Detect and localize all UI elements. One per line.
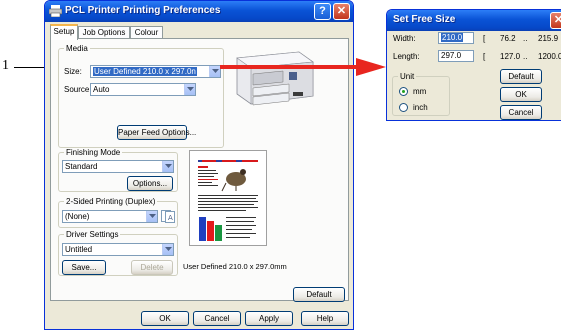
width-input[interactable]: 210.0 bbox=[438, 32, 474, 44]
media-legend: Media bbox=[64, 44, 90, 53]
source-label: Source: bbox=[64, 85, 92, 94]
chevron-down-icon bbox=[162, 161, 173, 172]
close-button[interactable]: ✕ bbox=[333, 3, 350, 20]
unit-inch-radio[interactable] bbox=[399, 103, 408, 112]
help-button[interactable]: Help bbox=[301, 311, 349, 326]
set-free-size-dialog: Set Free Size ✕ Width: 210.0 [ 76.2 .. 2… bbox=[386, 9, 561, 121]
title-bar: PCL Printer Printing Preferences ? ✕ bbox=[45, 1, 353, 22]
width-label: Width: bbox=[393, 34, 416, 43]
duplex-legend: 2-Sided Printing (Duplex) bbox=[64, 197, 158, 206]
paper-feed-options-button[interactable]: Paper Feed Options... bbox=[117, 125, 196, 140]
unit-inch-label: inch bbox=[413, 103, 428, 112]
driver-settings-legend: Driver Settings bbox=[64, 230, 121, 239]
duplex-dropdown[interactable]: (None) bbox=[62, 210, 158, 223]
width-value: 210.0 bbox=[441, 33, 464, 42]
preview-page-image bbox=[196, 157, 260, 243]
apply-button[interactable]: Apply bbox=[245, 311, 293, 326]
finishing-mode-group: Finishing Mode Standard Options... bbox=[58, 148, 178, 192]
printer-image bbox=[236, 51, 314, 106]
driver-settings-group: Driver Settings Untitled Save... Delete bbox=[58, 230, 178, 276]
unit-mm-label: mm bbox=[413, 87, 427, 96]
length-value: 297.0 bbox=[441, 51, 462, 60]
window-title: PCL Printer Printing Preferences bbox=[65, 5, 221, 16]
length-input[interactable]: 297.0 bbox=[438, 50, 474, 62]
media-group: Media Size: User Defined 210.0 x 297.0n … bbox=[58, 44, 224, 148]
driver-settings-value: Untitled bbox=[65, 245, 93, 254]
finishing-mode-value: Standard bbox=[65, 162, 98, 171]
size-label: Size: bbox=[64, 67, 82, 76]
unit-mm-radio[interactable] bbox=[399, 87, 408, 96]
free-size-close-button[interactable]: ✕ bbox=[550, 12, 561, 29]
source-dropdown[interactable]: Auto bbox=[90, 83, 196, 96]
size-dropdown[interactable]: User Defined 210.0 x 297.0n bbox=[90, 65, 221, 78]
length-min: 127.0 bbox=[500, 52, 521, 61]
free-size-title: Set Free Size bbox=[393, 14, 456, 25]
source-value: Auto bbox=[93, 85, 110, 94]
unit-group: Unit mm inch bbox=[392, 72, 450, 116]
delete-button[interactable]: Delete bbox=[131, 260, 173, 275]
svg-text:A: A bbox=[168, 214, 173, 222]
length-bracket: [ bbox=[483, 52, 486, 61]
chevron-down-icon bbox=[146, 211, 157, 222]
free-size-cancel-button[interactable]: Cancel bbox=[500, 105, 542, 120]
finishing-options-button[interactable]: Options... bbox=[127, 176, 173, 191]
free-size-ok-button[interactable]: OK bbox=[500, 87, 542, 102]
tab-setup[interactable]: Setup bbox=[50, 24, 78, 40]
free-size-default-button[interactable]: Default bbox=[500, 69, 542, 84]
finishing-mode-legend: Finishing Mode bbox=[64, 148, 123, 157]
duplex-value: (None) bbox=[65, 212, 90, 221]
ok-button[interactable]: OK bbox=[141, 311, 189, 326]
free-size-title-bar: Set Free Size ✕ bbox=[387, 10, 561, 31]
help-title-button[interactable]: ? bbox=[314, 3, 331, 20]
duplex-preview-icon: A bbox=[161, 210, 175, 223]
save-button[interactable]: Save... bbox=[62, 260, 106, 275]
printer-icon bbox=[49, 5, 62, 17]
callout-number: 1 bbox=[2, 58, 9, 73]
length-max: 1200.0 bbox=[538, 52, 561, 61]
length-label: Length: bbox=[393, 52, 420, 61]
size-value: User Defined 210.0 x 297.0n bbox=[93, 67, 197, 76]
printing-preferences-window: PCL Printer Printing Preferences ? ✕ Set… bbox=[44, 0, 354, 330]
unit-legend: Unit bbox=[398, 72, 417, 81]
page-preview bbox=[189, 150, 267, 246]
width-max: 215.9 bbox=[538, 34, 559, 43]
width-range-sep: .. bbox=[523, 34, 528, 43]
duplex-group: 2-Sided Printing (Duplex) (None) A bbox=[58, 197, 178, 228]
width-bracket: [ bbox=[483, 34, 486, 43]
chevron-down-icon bbox=[209, 66, 220, 77]
default-button[interactable]: Default bbox=[293, 287, 345, 302]
width-min: 76.2 bbox=[500, 34, 516, 43]
chevron-down-icon bbox=[184, 84, 195, 95]
cancel-button[interactable]: Cancel bbox=[193, 311, 241, 326]
length-range-sep: .. bbox=[523, 52, 528, 61]
chevron-down-icon bbox=[162, 244, 173, 255]
preview-caption: User Defined 210.0 x 297.0mm bbox=[183, 262, 287, 271]
finishing-mode-dropdown[interactable]: Standard bbox=[62, 160, 174, 173]
red-arrow bbox=[220, 58, 386, 76]
driver-settings-dropdown[interactable]: Untitled bbox=[62, 243, 174, 256]
